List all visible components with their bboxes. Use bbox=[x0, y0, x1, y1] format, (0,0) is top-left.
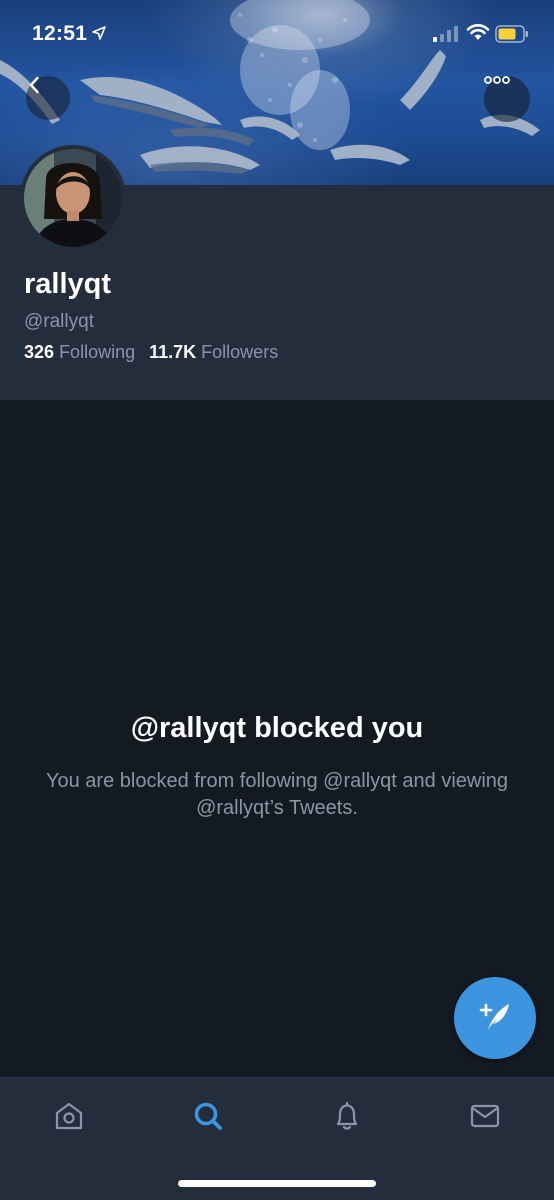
tab-messages[interactable] bbox=[463, 1096, 507, 1140]
following-count: 326 bbox=[24, 342, 55, 362]
search-icon bbox=[191, 1099, 225, 1138]
following-label: Following bbox=[59, 342, 136, 362]
followers-link[interactable]: 11.7K Followers bbox=[149, 342, 278, 362]
followers-count: 11.7K bbox=[149, 342, 197, 362]
home-indicator[interactable] bbox=[178, 1180, 376, 1187]
blocked-title: @rallyqt blocked you bbox=[130, 712, 424, 744]
bell-icon bbox=[330, 1099, 364, 1138]
more-options-button[interactable] bbox=[484, 76, 530, 122]
back-button[interactable] bbox=[26, 76, 70, 120]
following-link[interactable]: 326 Following bbox=[24, 342, 135, 362]
blocked-description: You are blocked from following @rallyqt … bbox=[45, 770, 509, 819]
avatar-photo bbox=[24, 149, 122, 247]
profile-handle: @rallyqt bbox=[24, 311, 94, 332]
tab-home[interactable] bbox=[47, 1096, 91, 1140]
profile-display-name: rallyqt bbox=[24, 268, 112, 300]
mail-icon bbox=[468, 1099, 502, 1138]
profile-stats: 326 Following 11.7K Followers bbox=[24, 342, 278, 363]
followers-label: Followers bbox=[201, 342, 279, 362]
status-time: 12:51 bbox=[32, 22, 88, 45]
tab-notifications[interactable] bbox=[325, 1096, 369, 1140]
avatar[interactable] bbox=[20, 145, 126, 251]
compose-tweet-button[interactable] bbox=[454, 977, 536, 1059]
profile-screen: 12:51 rallyqt @rallyqt 326 Following 11.… bbox=[0, 0, 554, 1200]
tab-search[interactable] bbox=[186, 1096, 230, 1140]
compose-tweet-icon bbox=[475, 996, 515, 1041]
home-icon bbox=[52, 1099, 86, 1138]
